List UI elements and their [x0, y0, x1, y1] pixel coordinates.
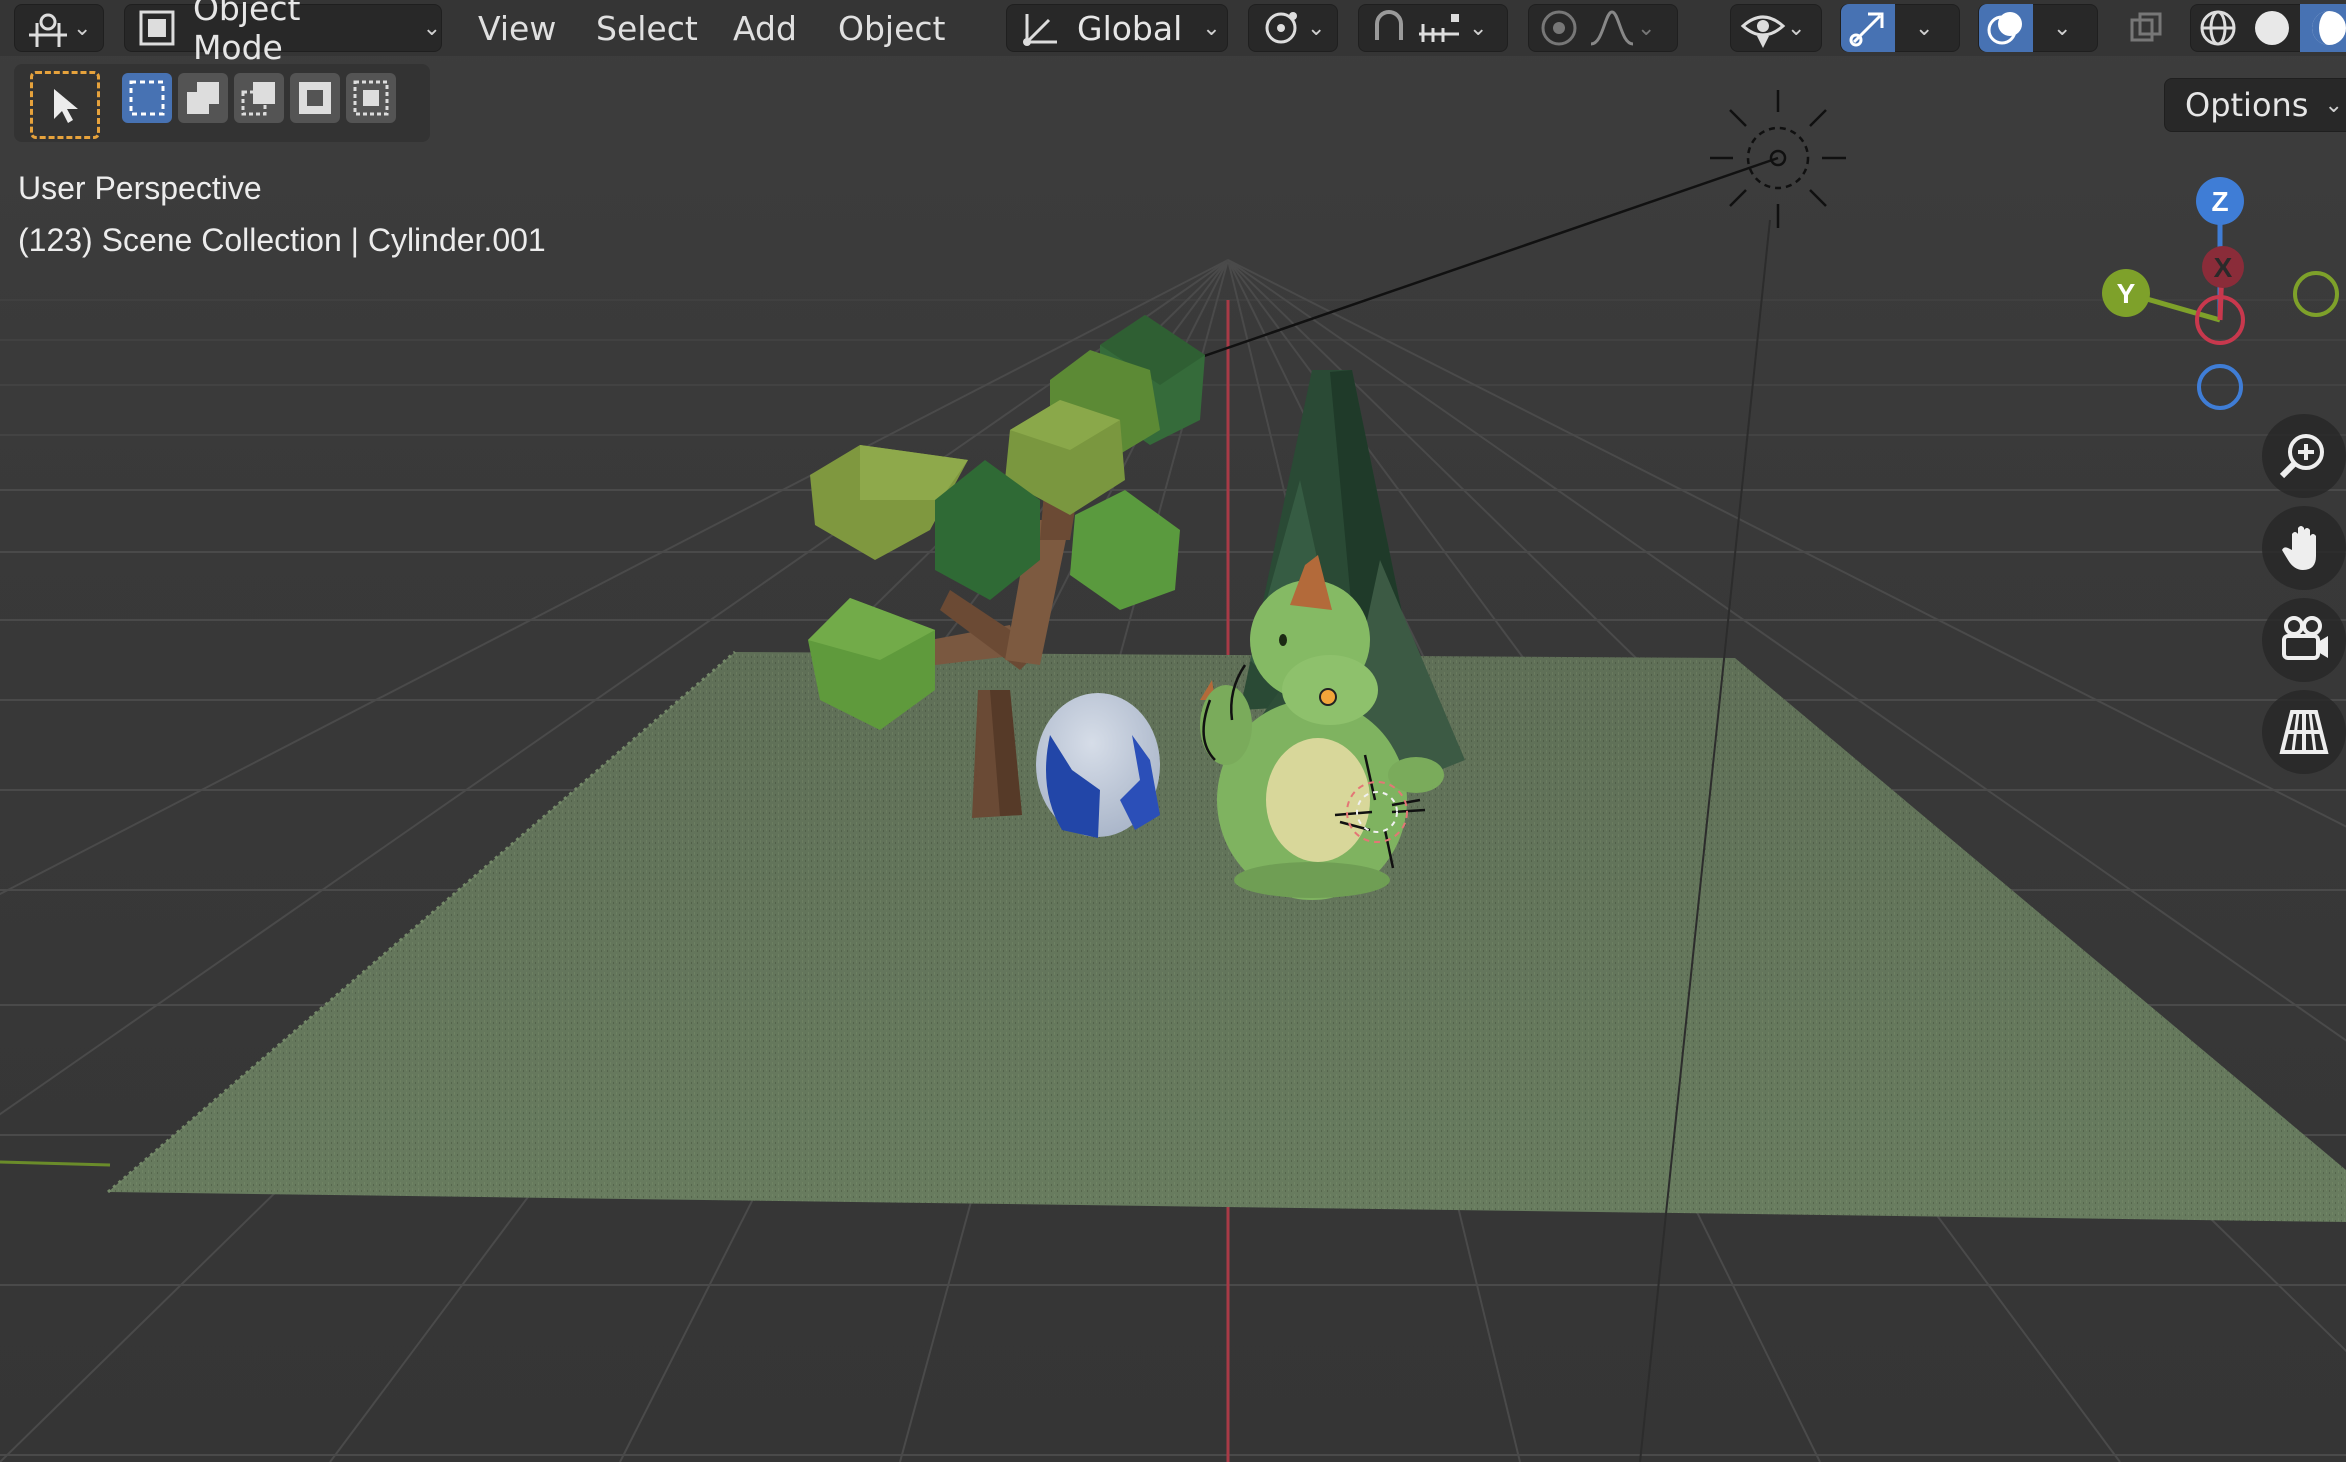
material-shading-icon: [2312, 11, 2346, 45]
chevron-down-icon: ⌄: [1202, 15, 1221, 41]
select-subtract-icon: [241, 82, 275, 116]
chevron-down-icon: ⌄: [2324, 92, 2343, 118]
3d-viewport[interactable]: [0, 0, 2346, 1462]
chevron-down-icon: ⌄: [1787, 15, 1806, 41]
proportional-edit-icon: [1541, 10, 1577, 46]
shading-mode-group[interactable]: [2190, 4, 2346, 52]
snap-toggle[interactable]: ⌄: [1358, 4, 1508, 52]
overlay-icon: [1987, 12, 2022, 45]
chevron-down-icon: ⌄: [1469, 15, 1488, 41]
viewport-scene: [0, 0, 2346, 1462]
select-new-button[interactable]: [122, 73, 172, 123]
options-label: Options: [2185, 86, 2309, 124]
proportional-edit-toggle[interactable]: ⌄: [1528, 4, 1678, 52]
dragon-egg: [1036, 693, 1160, 838]
menu-select[interactable]: Select: [596, 6, 698, 50]
camera-icon: [2282, 616, 2328, 660]
gizmo-z-label: Z: [2211, 186, 2228, 217]
select-extend-icon: [187, 82, 219, 114]
visibility-icon: [1740, 15, 1786, 48]
camera-view-button[interactable]: [2262, 598, 2346, 682]
wireframe-shading-icon: [2200, 10, 2236, 46]
falloff-icon: [1590, 10, 1634, 46]
pan-hand-icon: [2282, 526, 2316, 570]
select-subtract-button[interactable]: [234, 73, 284, 123]
chevron-down-icon: ⌄: [422, 15, 441, 41]
gizmo-toggle[interactable]: [1841, 4, 1895, 52]
pan-button[interactable]: [2262, 506, 2346, 590]
transform-orientation-icon: [1023, 14, 1057, 46]
wireframe-shading-button[interactable]: [2191, 4, 2244, 52]
toggle-ortho-button[interactable]: [2262, 690, 2346, 774]
material-shading-button[interactable]: [2299, 4, 2346, 52]
scene-info: (123) Scene Collection | Cylinder.001: [18, 222, 546, 258]
overlay-toggle[interactable]: [1979, 4, 2033, 52]
select-invert-button[interactable]: [290, 73, 340, 123]
chevron-down-icon: ⌄: [1307, 15, 1326, 41]
pivot-icon: [1265, 12, 1297, 44]
gizmo-z-negative: [2197, 364, 2243, 410]
gizmo-y-label: Y: [2117, 278, 2136, 309]
pivot-point-dropdown[interactable]: ⌄: [1248, 4, 1338, 52]
gizmo-icon: [1849, 12, 1884, 47]
select-box-icon: [129, 80, 165, 116]
chevron-down-icon: ⌄: [1915, 15, 1934, 41]
overlay-dropdown[interactable]: ⌄: [1978, 4, 2098, 52]
menu-add[interactable]: Add: [733, 6, 797, 50]
select-intersect-button[interactable]: [346, 73, 396, 123]
solid-shading-button[interactable]: [2244, 4, 2299, 52]
solid-shading-icon: [2255, 11, 2290, 45]
select-invert-icon: [299, 82, 331, 114]
menu-object[interactable]: Object: [838, 6, 945, 50]
view-name: User Perspective: [18, 170, 262, 206]
tweak-tool-button[interactable]: [30, 71, 100, 139]
origin-point: [1319, 688, 1337, 706]
editor-type-icon: [29, 13, 67, 47]
select-extend-button[interactable]: [178, 73, 228, 123]
grid-ortho-icon: [2279, 710, 2329, 754]
zoom-icon: [2279, 434, 2324, 479]
options-dropdown[interactable]: Options ⌄: [2164, 78, 2346, 132]
chevron-down-icon: ⌄: [1637, 15, 1656, 41]
mode-selector[interactable]: Object Mode ⌄: [124, 0, 442, 67]
chevron-down-icon: ⌄: [2053, 15, 2072, 41]
cursor-arrow-icon: [54, 89, 78, 123]
editor-type-button[interactable]: ⌄: [14, 4, 104, 52]
zoom-button[interactable]: [2262, 414, 2346, 498]
chevron-down-icon: ⌄: [73, 15, 92, 41]
snap-increment-icon: [1419, 14, 1459, 42]
snap-icon: [1375, 10, 1403, 40]
select-intersect-icon: [353, 80, 389, 116]
transform-orientation-label: Global: [1077, 8, 1183, 48]
transform-orientation-dropdown[interactable]: Global ⌄: [1006, 4, 1228, 52]
navigation-gizmo[interactable]: X Z Y: [2090, 165, 2346, 415]
object-mode-icon: [139, 10, 175, 46]
mode-label: Object Mode: [192, 0, 301, 67]
xray-icon: [2130, 12, 2162, 42]
gizmo-x-label: X: [2214, 252, 2233, 283]
gizmo-dropdown[interactable]: ⌄: [1840, 4, 1960, 52]
visibility-dropdown[interactable]: ⌄: [1730, 4, 1822, 52]
menu-view[interactable]: View: [478, 6, 556, 50]
xray-toggle[interactable]: [2118, 4, 2174, 52]
gizmo-y-negative: [2293, 271, 2339, 317]
